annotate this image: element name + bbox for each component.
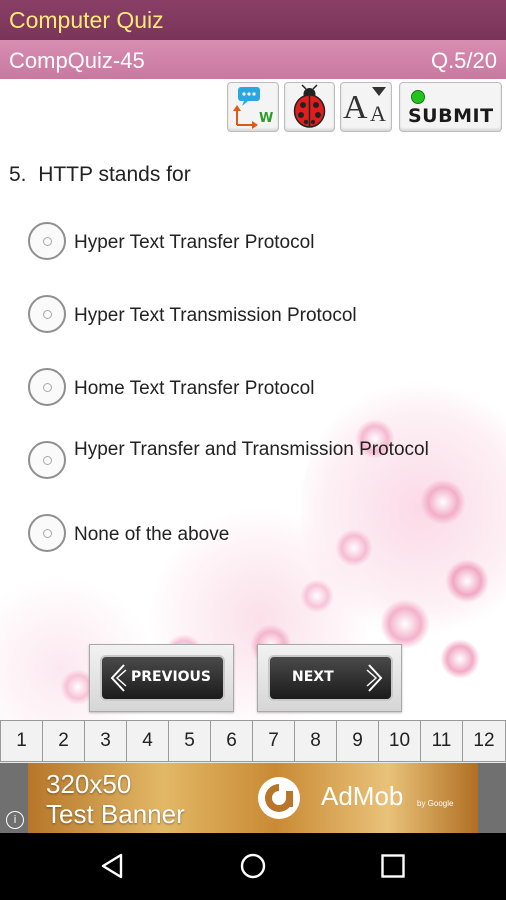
page-button-3[interactable]: 3 [84,720,127,762]
option-label: Home Text Transfer Protocol [74,378,315,399]
chevron-left-icon [110,664,127,692]
translate-button[interactable]: W [227,82,279,132]
chevron-right-icon [366,664,383,692]
option-label: Hyper Transfer and Transmission Protocol [74,439,429,460]
ladybug-icon [293,84,326,128]
previous-button[interactable]: PREVIOUS [89,644,234,712]
radio-button[interactable] [28,295,66,333]
submit-label: SUBMIT [408,105,494,127]
next-button[interactable]: NEXT [257,644,402,712]
page-button-12[interactable]: 12 [462,720,506,762]
page-button-9[interactable]: 9 [336,720,379,762]
next-label: NEXT [292,669,334,685]
answer-option[interactable]: Hyper Text Transfer Protocol [28,220,468,280]
radio-button[interactable] [28,368,66,406]
option-label: Hyper Text Transfer Protocol [74,232,315,253]
radio-button[interactable] [28,441,66,479]
app-title-bar: Computer Quiz [0,0,506,40]
translate-label: W [259,111,274,126]
answer-option[interactable]: Hyper Text Transmission Protocol [28,293,468,353]
ad-info-icon[interactable]: i [6,811,24,829]
question-text: 5. HTTP stands for [9,163,191,187]
admob-brand: AdMob [321,781,404,811]
green-dot-icon [411,90,425,104]
answer-option[interactable]: Home Text Transfer Protocol [28,366,468,426]
page-button-8[interactable]: 8 [294,720,337,762]
page-button-10[interactable]: 10 [378,720,421,762]
admob-logo-icon [258,777,300,819]
option-label: None of the above [74,524,230,545]
quiz-content: W A A SUBMIT 5. HTTP stands for Hyper Te… [0,79,506,720]
question-counter: Q.5/20 [430,48,497,73]
ad-banner[interactable]: 320x50 Test Banner AdMob by Google [28,763,478,833]
radio-button[interactable] [28,222,66,260]
report-bug-button[interactable] [284,82,335,132]
quiz-header: CompQuiz-45 Q.5/20 [0,40,506,79]
triangle-down-icon [372,87,386,96]
page-button-11[interactable]: 11 [420,720,463,762]
page-button-4[interactable]: 4 [126,720,169,762]
page-button-2[interactable]: 2 [42,720,85,762]
home-icon[interactable] [239,852,267,880]
system-nav-bar [0,833,506,900]
recents-icon[interactable] [380,853,406,879]
admob-byline: by Google [417,799,454,808]
ad-line-1: 320x50 [46,769,132,799]
radio-button[interactable] [28,514,66,552]
font-size-large-a: A [343,89,368,126]
page-button-7[interactable]: 7 [252,720,295,762]
page-button-1[interactable]: 1 [0,720,43,762]
ad-banner-area: i 320x50 Test Banner AdMob by Google [0,763,506,833]
page-button-6[interactable]: 6 [210,720,253,762]
page-button-5[interactable]: 5 [168,720,211,762]
font-size-small-a: A [370,101,386,126]
app-title: Computer Quiz [9,7,164,33]
ad-text: 320x50 Test Banner [46,769,185,829]
font-size-button[interactable]: A A [340,82,392,132]
previous-label: PREVIOUS [131,669,212,685]
option-label: Hyper Text Transmission Protocol [74,305,357,326]
font-size-icon: A A [341,83,391,131]
question-number: 5. [9,163,27,186]
back-icon[interactable] [99,852,127,880]
quiz-name: CompQuiz-45 [9,48,145,73]
answer-option[interactable]: None of the above [28,512,468,572]
answer-option[interactable]: Hyper Transfer and Transmission Protocol [28,439,468,499]
question-pager: 1 2 3 4 5 6 7 8 9 10 11 12 [0,720,506,763]
ad-line-2: Test Banner [46,799,185,829]
submit-button[interactable]: SUBMIT [399,82,502,132]
question-prompt: HTTP stands for [38,163,191,186]
